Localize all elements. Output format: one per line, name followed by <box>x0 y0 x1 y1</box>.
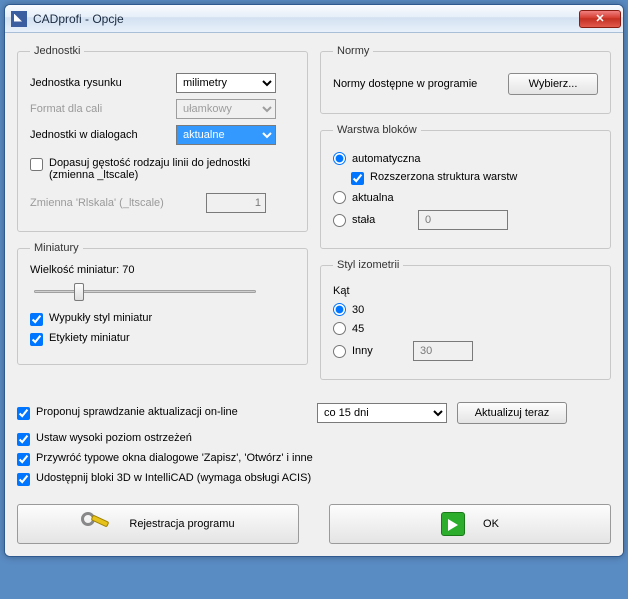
window-title: CADprofi - Opcje <box>33 12 579 26</box>
iso-30-radio[interactable] <box>333 303 346 316</box>
iso-other-field <box>413 341 473 361</box>
client-area: Jednostki Jednostka rysunku milimetry Fo… <box>5 33 623 556</box>
norms-legend: Normy <box>333 45 373 57</box>
register-button-label: Rejestracja programu <box>129 518 234 530</box>
key-icon <box>81 510 111 538</box>
iso-45-radio[interactable] <box>333 322 346 335</box>
dialog-units-label: Jednostki w dialogach <box>30 129 170 141</box>
dialog-window: CADprofi - Opcje ✕ Jednostki Jednostka r… <box>4 4 624 557</box>
iso-45-label: 45 <box>352 323 364 335</box>
layer-auto-radio[interactable] <box>333 152 346 165</box>
drawing-unit-label: Jednostka rysunku <box>30 77 170 89</box>
iso-angle-label: Kąt <box>333 285 598 297</box>
norms-select-button[interactable]: Wybierz... <box>508 73 598 95</box>
high-warnings-checkbox[interactable] <box>17 433 30 446</box>
titlebar[interactable]: CADprofi - Opcje ✕ <box>5 5 623 33</box>
ok-button-label: OK <box>483 518 499 530</box>
layer-fixed-field <box>418 210 508 230</box>
ok-button[interactable]: OK <box>329 504 611 544</box>
close-button[interactable]: ✕ <box>579 10 621 28</box>
arrow-right-icon <box>441 512 465 536</box>
fit-linetype-label: Dopasuj gęstość rodzaju linii do jednost… <box>49 157 295 181</box>
thumb-labels-checkbox[interactable] <box>30 333 43 346</box>
layer-current-label: aktualna <box>352 192 394 204</box>
layers-legend: Warstwa bloków <box>333 124 421 136</box>
close-icon: ✕ <box>595 12 604 25</box>
dialog-units-select[interactable]: aktualne <box>176 125 276 145</box>
register-button[interactable]: Rejestracja programu <box>17 504 299 544</box>
drawing-unit-select[interactable]: milimetry <box>176 73 276 93</box>
thumb-labels-label: Etykiety miniatur <box>49 332 295 344</box>
bottom-section: Proponuj sprawdzanie aktualizacji on-lin… <box>17 400 611 544</box>
fit-linetype-checkbox[interactable] <box>30 158 43 171</box>
app-icon <box>11 11 27 27</box>
thumbnails-group: Miniatury Wielkość miniatur: 70 Wypukły … <box>17 242 308 365</box>
check-updates-label: Proponuj sprawdzanie aktualizacji on-lin… <box>36 406 307 418</box>
iso-other-radio[interactable] <box>333 345 346 358</box>
layer-extended-label: Rozszerzona struktura warstw <box>370 171 598 183</box>
inch-format-select: ułamkowy <box>176 99 276 119</box>
units-legend: Jednostki <box>30 45 84 57</box>
norms-available-label: Normy dostępne w programie <box>333 78 498 90</box>
check-updates-checkbox[interactable] <box>17 407 30 420</box>
layers-group: Warstwa bloków automatyczna Rozszerzona … <box>320 124 611 249</box>
units-group: Jednostki Jednostka rysunku milimetry Fo… <box>17 45 308 232</box>
enable-3d-label: Udostępnij bloki 3D w IntelliCAD (wymaga… <box>36 472 611 484</box>
enable-3d-checkbox[interactable] <box>17 473 30 486</box>
rlscale-field <box>206 193 266 213</box>
high-warnings-label: Ustaw wysoki poziom ostrzeżeń <box>36 432 611 444</box>
iso-legend: Styl izometrii <box>333 259 403 271</box>
restore-dialogs-checkbox[interactable] <box>17 453 30 466</box>
layer-extended-checkbox[interactable] <box>351 172 364 185</box>
thumb-convex-checkbox[interactable] <box>30 313 43 326</box>
thumbnails-legend: Miniatury <box>30 242 83 254</box>
iso-group: Styl izometrii Kąt 30 45 Inny <box>320 259 611 380</box>
iso-other-label: Inny <box>352 345 407 357</box>
norms-group: Normy Normy dostępne w programie Wybierz… <box>320 45 611 114</box>
restore-dialogs-label: Przywróć typowe okna dialogowe 'Zapisz',… <box>36 452 611 464</box>
thumb-convex-label: Wypukły styl miniatur <box>49 312 295 324</box>
update-now-button[interactable]: Aktualizuj teraz <box>457 402 567 424</box>
rlscale-label: Zmienna 'Rlskala' (_ltscale) <box>30 197 200 209</box>
layer-auto-label: automatyczna <box>352 153 420 165</box>
inch-format-label: Format dla cali <box>30 103 170 115</box>
update-interval-select[interactable]: co 15 dni <box>317 403 447 423</box>
thumb-size-label: Wielkość miniatur: 70 <box>30 264 295 276</box>
layer-fixed-radio[interactable] <box>333 214 346 227</box>
layer-fixed-label: stała <box>352 214 412 226</box>
iso-30-label: 30 <box>352 304 364 316</box>
thumb-size-slider[interactable] <box>30 280 260 304</box>
layer-current-radio[interactable] <box>333 191 346 204</box>
